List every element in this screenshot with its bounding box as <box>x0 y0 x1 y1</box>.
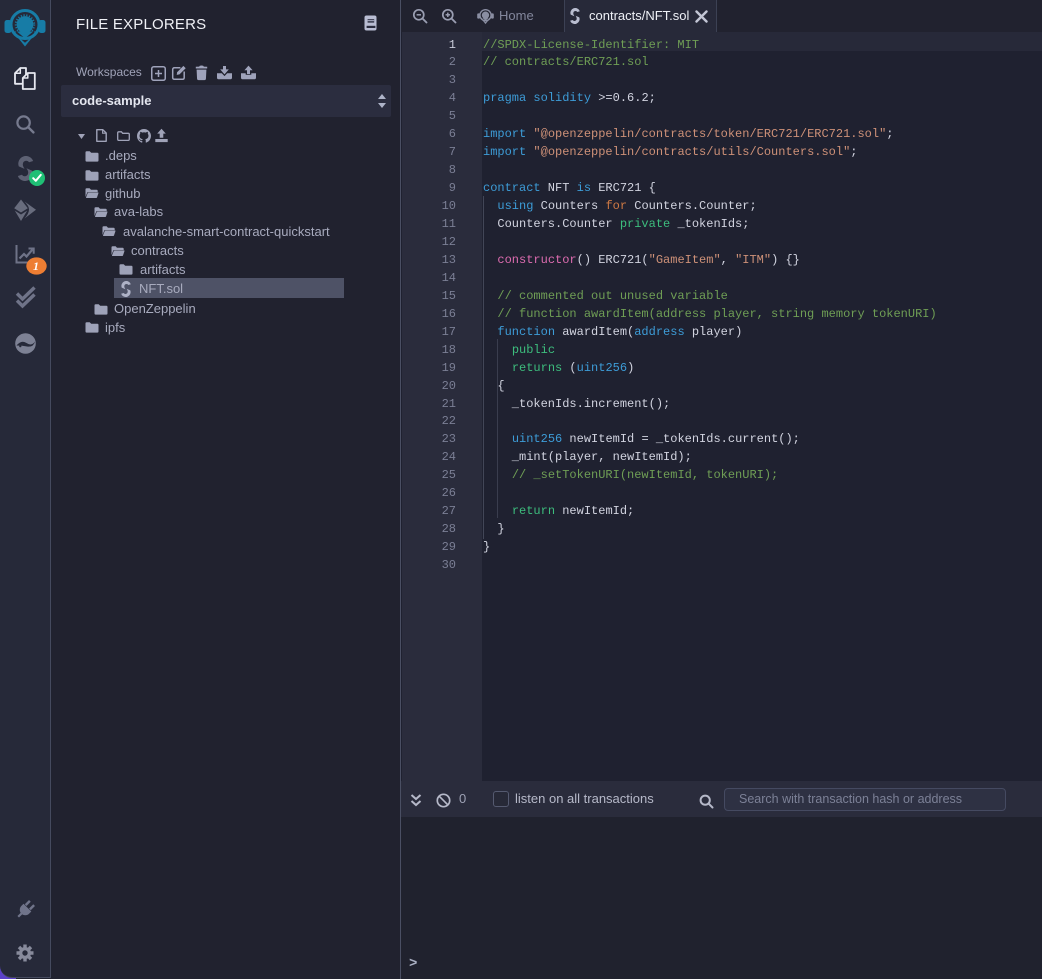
svg-text:1: 1 <box>33 259 39 273</box>
